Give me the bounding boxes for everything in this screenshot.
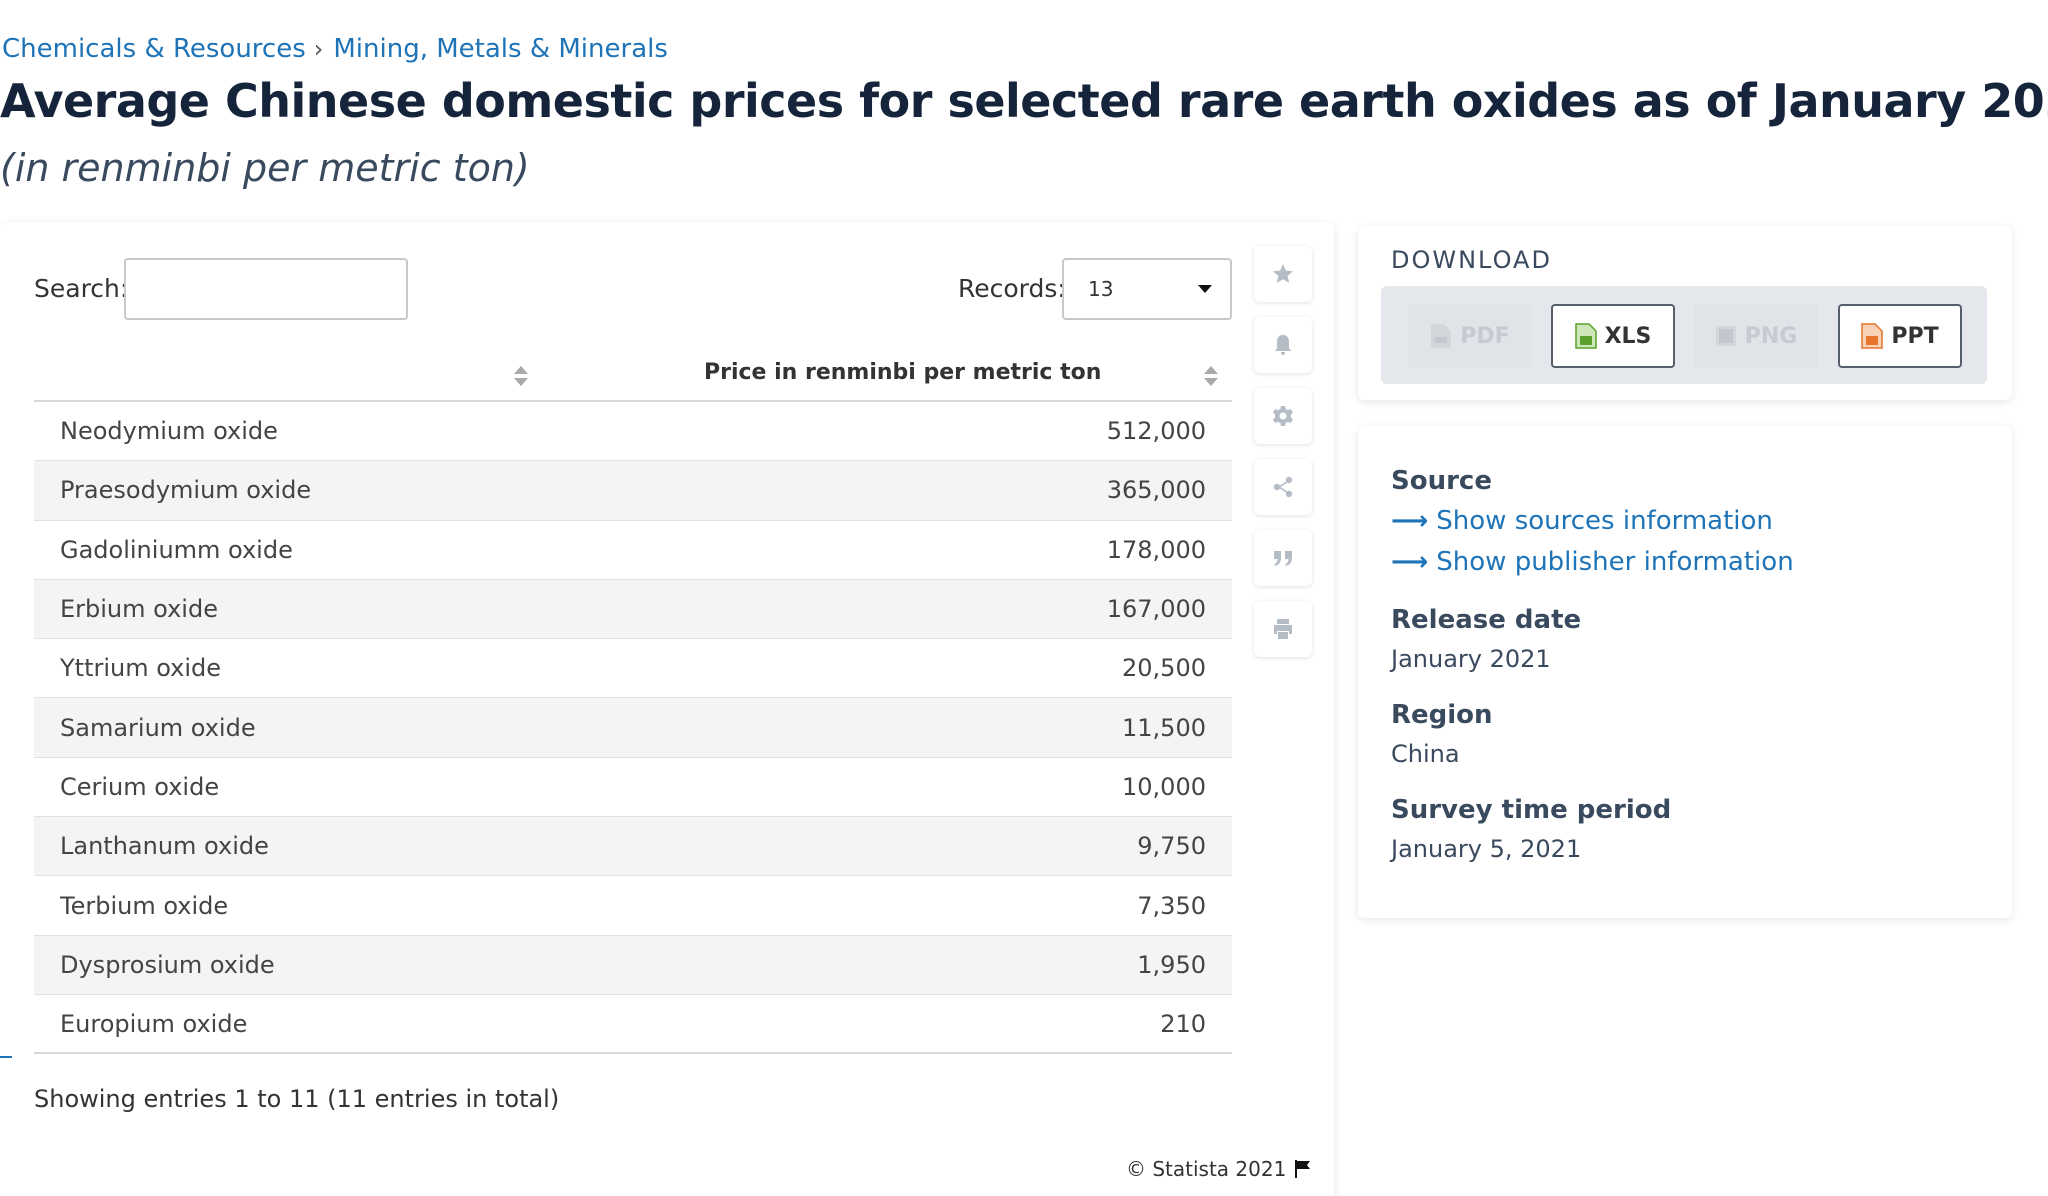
row-name: Samarium oxide xyxy=(60,713,256,742)
show-publisher-link-label: Show publisher information xyxy=(1436,547,1794,577)
quote-icon xyxy=(1274,551,1292,566)
show-publisher-link[interactable]: ⟶ Show publisher information xyxy=(1391,547,1794,577)
notification-button[interactable] xyxy=(1254,317,1312,373)
region-label: Region xyxy=(1391,700,1493,730)
share-button[interactable] xyxy=(1254,459,1312,515)
survey-period-label: Survey time period xyxy=(1391,795,1672,825)
statistic-page: Chemicals & Resources › Mining, Metals &… xyxy=(0,0,2048,1196)
breadcrumb-separator: › xyxy=(313,35,324,63)
download-ppt-button[interactable]: PPT xyxy=(1838,304,1962,368)
table-row: Praesodymium oxide 365,000 xyxy=(34,461,1232,521)
download-ppt-label: PPT xyxy=(1891,323,1939,349)
row-name: Erbium oxide xyxy=(60,595,218,624)
table-row: Yttrium oxide 20,500 xyxy=(34,639,1232,699)
row-name: Dysprosium oxide xyxy=(60,950,275,979)
row-value: 178,000 xyxy=(1106,535,1206,564)
show-sources-link-label: Show sources information xyxy=(1436,506,1773,536)
release-date-label: Release date xyxy=(1391,605,1582,635)
table-row: Samarium oxide 11,500 xyxy=(34,698,1232,758)
download-png-label: PNG xyxy=(1744,323,1798,349)
breadcrumb: Chemicals & Resources › Mining, Metals &… xyxy=(2,34,668,64)
xls-file-icon xyxy=(1574,323,1597,349)
table-row: Lanthanum oxide 9,750 xyxy=(34,817,1232,877)
row-value: 210 xyxy=(1160,1009,1206,1038)
row-value: 10,000 xyxy=(1122,772,1206,801)
breadcrumb-chemicals-resources[interactable]: Chemicals & Resources xyxy=(2,34,306,64)
table-row: Erbium oxide 167,000 xyxy=(34,579,1232,640)
table-body: Neodymium oxide 512,000 Praesodymium oxide… xyxy=(34,402,1232,1055)
png-image-icon xyxy=(1715,326,1736,346)
records-select-value: 13 xyxy=(1088,277,1114,301)
arrow-right-icon: ⟶ xyxy=(1391,506,1429,536)
column-header-price[interactable]: Price in renminbi per metric ton xyxy=(704,360,1101,385)
row-value: 20,500 xyxy=(1122,654,1206,683)
row-name: Cerium oxide xyxy=(60,772,220,801)
scroll-marker xyxy=(0,1056,12,1058)
page-subtitle: (in renminbi per metric ton) xyxy=(0,146,530,190)
row-name: Neodymium oxide xyxy=(60,417,278,446)
row-name: Praesodymium oxide xyxy=(60,476,312,505)
row-value: 1,950 xyxy=(1137,950,1206,979)
breadcrumb-mining-metals-minerals[interactable]: Mining, Metals & Minerals xyxy=(333,34,668,64)
print-button[interactable] xyxy=(1254,601,1312,657)
row-value: 9,750 xyxy=(1137,832,1206,861)
download-xls-label: XLS xyxy=(1604,323,1652,349)
favorite-button[interactable] xyxy=(1254,246,1312,302)
row-name: Yttrium oxide xyxy=(60,654,222,683)
copyright: © Statista 2021 xyxy=(1126,1157,1312,1181)
download-title: DOWNLOAD xyxy=(1391,246,1552,274)
download-pdf-button[interactable]: PDF xyxy=(1408,304,1532,368)
sort-price-column-icon[interactable] xyxy=(1204,366,1218,388)
search-input[interactable] xyxy=(124,258,408,320)
row-name: Europium oxide xyxy=(60,1009,248,1038)
table-entries-info: Showing entries 1 to 11 (11 entries in t… xyxy=(34,1085,560,1113)
show-sources-link[interactable]: ⟶ Show sources information xyxy=(1391,506,1773,536)
row-name: Terbium oxide xyxy=(60,891,229,920)
cite-button[interactable] xyxy=(1254,530,1312,586)
flag-icon[interactable] xyxy=(1294,1159,1312,1179)
region-value: China xyxy=(1391,740,1460,768)
ppt-file-icon xyxy=(1861,323,1884,349)
arrow-right-icon: ⟶ xyxy=(1391,547,1429,577)
table-row: Cerium oxide 10,000 xyxy=(34,758,1232,818)
search-label: Search: xyxy=(34,274,129,303)
download-pdf-label: PDF xyxy=(1460,323,1510,349)
page-title: Average Chinese domestic prices for sele… xyxy=(0,74,2048,128)
row-name: Gadoliniumm oxide xyxy=(60,535,293,564)
row-value: 167,000 xyxy=(1106,595,1206,624)
row-name: Lanthanum oxide xyxy=(60,832,269,861)
settings-button[interactable] xyxy=(1254,388,1312,444)
star-icon xyxy=(1273,264,1293,283)
table-row: Terbium oxide 7,350 xyxy=(34,876,1232,936)
table-row: Gadoliniumm oxide 178,000 xyxy=(34,521,1232,580)
bell-icon xyxy=(1275,335,1291,355)
survey-period-value: January 5, 2021 xyxy=(1391,835,1582,863)
table-row: Europium oxide 210 xyxy=(34,995,1232,1055)
release-date-value: January 2021 xyxy=(1391,645,1551,673)
print-icon xyxy=(1274,619,1292,639)
source-label: Source xyxy=(1391,466,1492,496)
download-xls-button[interactable]: XLS xyxy=(1551,304,1675,368)
download-png-button[interactable]: PNG xyxy=(1694,304,1818,368)
row-value: 365,000 xyxy=(1106,476,1206,505)
sort-name-column-icon[interactable] xyxy=(514,366,528,388)
table-row: Neodymium oxide 512,000 xyxy=(34,402,1232,462)
row-value: 7,350 xyxy=(1137,891,1206,920)
copyright-text: © Statista 2021 xyxy=(1126,1157,1287,1181)
table-row: Dysprosium oxide 1,950 xyxy=(34,935,1232,995)
pdf-file-icon xyxy=(1431,324,1452,348)
row-value: 512,000 xyxy=(1106,417,1206,446)
gear-icon xyxy=(1273,406,1293,426)
table-header: Price in renminbi per metric ton xyxy=(34,352,1232,402)
row-value: 11,500 xyxy=(1122,713,1206,742)
chevron-down-icon xyxy=(1198,285,1212,293)
records-label: Records: xyxy=(958,274,1066,303)
share-icon xyxy=(1273,476,1293,498)
records-select[interactable]: 13 xyxy=(1062,258,1232,320)
